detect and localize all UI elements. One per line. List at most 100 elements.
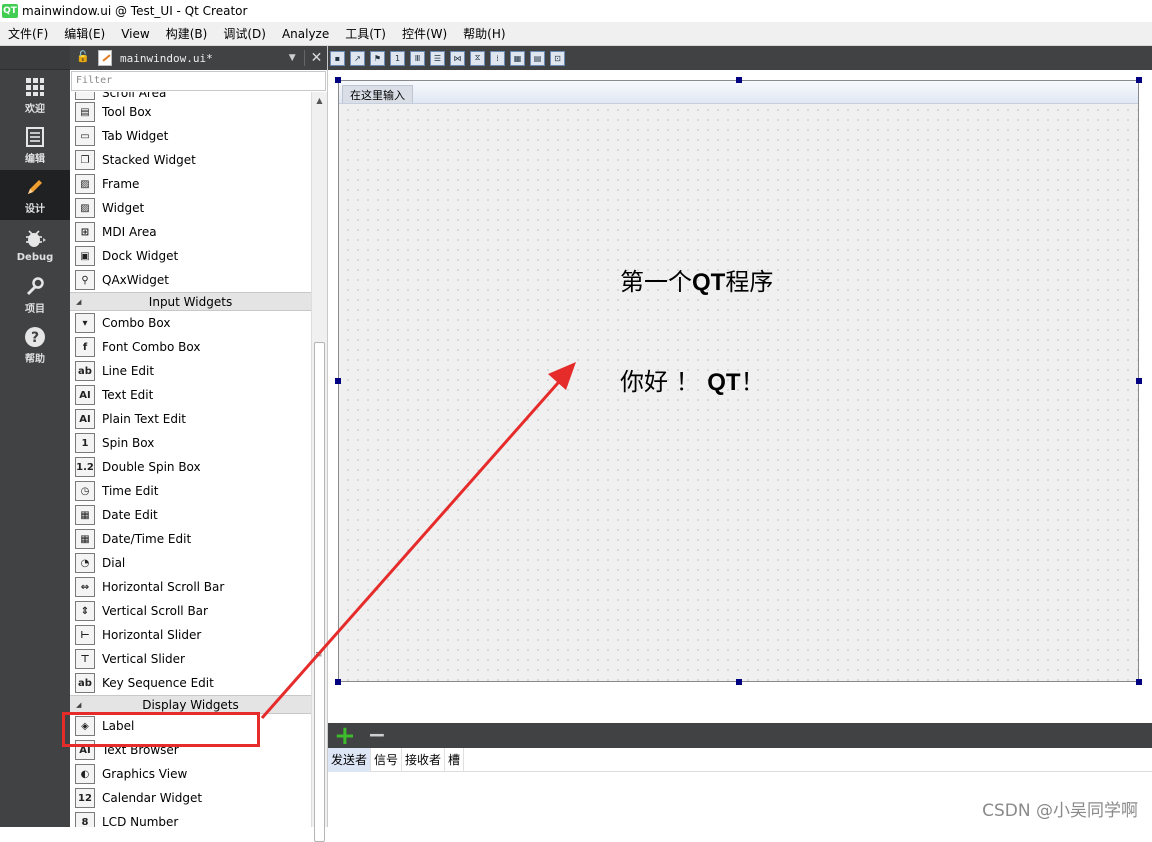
widget-item-frame[interactable]: ▨Frame bbox=[70, 172, 311, 196]
help-icon: ? bbox=[24, 326, 46, 348]
menu-controls[interactable]: 控件(W) bbox=[394, 22, 455, 46]
mode-label: 编辑 bbox=[25, 150, 45, 165]
column-sender[interactable]: 发送者 bbox=[328, 748, 371, 772]
mode-projects[interactable]: 项目 bbox=[0, 270, 70, 320]
label-first-program[interactable]: 第一个QT程序 bbox=[620, 262, 773, 297]
scrollbar-thumb[interactable] bbox=[314, 342, 325, 842]
resize-handle[interactable] bbox=[335, 679, 341, 685]
widget-item-horizontal-scroll-bar[interactable]: ⇔ Horizontal Scroll Bar bbox=[70, 575, 311, 599]
horizontal-scroll-bar-icon: ⇔ bbox=[75, 577, 95, 597]
layout-horizontal-icon[interactable]: Ⅲ bbox=[410, 51, 425, 66]
label-hello[interactable]: 你好 ！ QT！ bbox=[620, 362, 765, 397]
menu-tools[interactable]: 工具(T) bbox=[337, 22, 394, 46]
tool-box-icon: ▤ bbox=[75, 102, 95, 122]
label-text: 第一个 bbox=[620, 268, 692, 296]
collapse-triangle-icon[interactable]: ◢ bbox=[76, 701, 81, 709]
category-label: Input Widgets bbox=[70, 295, 311, 309]
widget-item-tab-widget[interactable]: ▭Tab Widget bbox=[70, 124, 311, 148]
layout-vertical-icon[interactable]: ☰ bbox=[430, 51, 445, 66]
resize-handle[interactable] bbox=[335, 378, 341, 384]
widget-item-dial[interactable]: ◔Dial bbox=[70, 551, 311, 575]
layout-form-icon[interactable]: ▦ bbox=[510, 51, 525, 66]
mode-design[interactable]: 设计 bbox=[0, 170, 70, 220]
close-icon[interactable]: ✕ bbox=[311, 50, 323, 66]
mode-label: 设计 bbox=[25, 200, 45, 215]
edit-buddies-icon[interactable]: ⚑ bbox=[370, 51, 385, 66]
splitter-horizontal-icon[interactable]: ⋈ bbox=[450, 51, 465, 66]
widget-item-lcd-number[interactable]: 8LCD Number bbox=[70, 810, 311, 827]
widget-item-graphics-view[interactable]: ◐Graphics View bbox=[70, 762, 311, 786]
widget-item-vertical-scroll-bar[interactable]: ⇕Vertical Scroll Bar bbox=[70, 599, 311, 623]
widget-item-combo-box[interactable]: ▾Combo Box bbox=[70, 311, 311, 335]
widget-item-qaxwidget[interactable]: ⚲QAxWidget bbox=[70, 268, 311, 292]
open-file-name[interactable]: mainwindow.ui* bbox=[120, 52, 213, 65]
mode-welcome[interactable]: 欢迎 bbox=[0, 70, 70, 120]
mode-debug[interactable]: Debug bbox=[0, 220, 70, 270]
resize-handle[interactable] bbox=[736, 77, 742, 83]
widget-item-font-combo-box[interactable]: fFont Combo Box bbox=[70, 335, 311, 359]
scroll-up-icon[interactable]: ▲ bbox=[312, 92, 327, 108]
column-signal[interactable]: 信号 bbox=[371, 748, 402, 772]
menu-file[interactable]: 文件(F) bbox=[0, 22, 56, 46]
type-here-menu[interactable]: 在这里输入 bbox=[342, 85, 413, 103]
widget-item-date-edit[interactable]: ▦Date Edit bbox=[70, 503, 311, 527]
splitter-vertical-icon[interactable]: ⧖ bbox=[470, 51, 485, 66]
resize-handle[interactable] bbox=[736, 679, 742, 685]
adjust-size-icon[interactable]: ⊡ bbox=[550, 51, 565, 66]
layout-grid-icon[interactable]: ⁞ bbox=[490, 51, 505, 66]
column-receiver[interactable]: 接收者 bbox=[402, 748, 445, 772]
category-label: Display Widgets bbox=[70, 698, 311, 712]
mode-edit[interactable]: 编辑 bbox=[0, 120, 70, 170]
widget-filter-input[interactable]: Filter bbox=[71, 71, 326, 91]
vertical-slider-icon: ⊤ bbox=[75, 649, 95, 669]
resize-handle[interactable] bbox=[1136, 679, 1142, 685]
widget-item-text-edit[interactable]: AI Text Edit bbox=[70, 383, 311, 407]
menu-view[interactable]: View bbox=[113, 22, 157, 46]
widget-item-mdi-area[interactable]: ⊞MDI Area bbox=[70, 220, 311, 244]
resize-handle[interactable] bbox=[1136, 378, 1142, 384]
menu-help[interactable]: 帮助(H) bbox=[455, 22, 513, 46]
resize-handle[interactable] bbox=[1136, 77, 1142, 83]
edit-widgets-icon[interactable]: ▪ bbox=[330, 51, 345, 66]
widget-item-spin-box[interactable]: 1Spin Box bbox=[70, 431, 311, 455]
edit-tab-order-icon[interactable]: 1 bbox=[390, 51, 405, 66]
widget-item-horizontal-slider[interactable]: ⊢Horizontal Slider bbox=[70, 623, 311, 647]
form-menu-bar: 在这里输入 bbox=[339, 81, 1138, 104]
add-connection-icon[interactable]: + bbox=[334, 726, 356, 746]
category-input-widgets[interactable]: ◢ Input Widgets bbox=[70, 292, 311, 311]
widget-label: Text Edit bbox=[102, 388, 153, 402]
collapse-triangle-icon[interactable]: ◢ bbox=[76, 298, 81, 306]
menu-analyze[interactable]: Analyze bbox=[274, 22, 337, 46]
widget-label: Horizontal Scroll Bar bbox=[102, 580, 224, 594]
widget-item-key-sequence-edit[interactable]: abKey Sequence Edit bbox=[70, 671, 311, 695]
horizontal-slider-icon: ⊢ bbox=[75, 625, 95, 645]
mode-help[interactable]: ? 帮助 bbox=[0, 320, 70, 370]
chevron-down-icon[interactable]: ▼ bbox=[289, 53, 296, 63]
widget-item-stacked-widget[interactable]: ❐Stacked Widget bbox=[70, 148, 311, 172]
widget-item-scroll-area[interactable]: Scroll Area bbox=[70, 92, 311, 100]
break-layout-icon[interactable]: ▤ bbox=[530, 51, 545, 66]
widget-label: Key Sequence Edit bbox=[102, 676, 214, 690]
resize-handle[interactable] bbox=[335, 77, 341, 83]
splitter-grip-icon[interactable]: ≡ bbox=[315, 650, 323, 660]
column-slot[interactable]: 槽 bbox=[445, 748, 464, 772]
remove-connection-icon[interactable]: − bbox=[368, 726, 386, 746]
widget-item-line-edit[interactable]: abLine Edit bbox=[70, 359, 311, 383]
widget-item-tool-box[interactable]: ▤Tool Box bbox=[70, 100, 311, 124]
menu-build[interactable]: 构建(B) bbox=[158, 22, 216, 46]
menu-debug[interactable]: 调试(D) bbox=[215, 22, 274, 46]
widget-item-calendar-widget[interactable]: 12Calendar Widget bbox=[70, 786, 311, 810]
edit-signals-icon[interactable]: ↗ bbox=[350, 51, 365, 66]
widget-item-time-edit[interactable]: ◷Time Edit bbox=[70, 479, 311, 503]
widget-item-plain-text-edit[interactable]: AIPlain Text Edit bbox=[70, 407, 311, 431]
widget-list-scrollbar[interactable]: ▲ ≡ bbox=[311, 92, 327, 827]
widget-item-widget[interactable]: ▨Widget bbox=[70, 196, 311, 220]
text-edit-icon: AI bbox=[75, 385, 95, 405]
widget-item-vertical-slider[interactable]: ⊤Vertical Slider bbox=[70, 647, 311, 671]
menu-edit[interactable]: 编辑(E) bbox=[56, 22, 113, 46]
widget-item-double-spin-box[interactable]: 1.2Double Spin Box bbox=[70, 455, 311, 479]
scroll-area-icon bbox=[75, 92, 95, 100]
stacked-widget-icon: ❐ bbox=[75, 150, 95, 170]
widget-item-date-time-edit[interactable]: ▦Date/Time Edit bbox=[70, 527, 311, 551]
widget-item-dock-widget[interactable]: ▣Dock Widget bbox=[70, 244, 311, 268]
